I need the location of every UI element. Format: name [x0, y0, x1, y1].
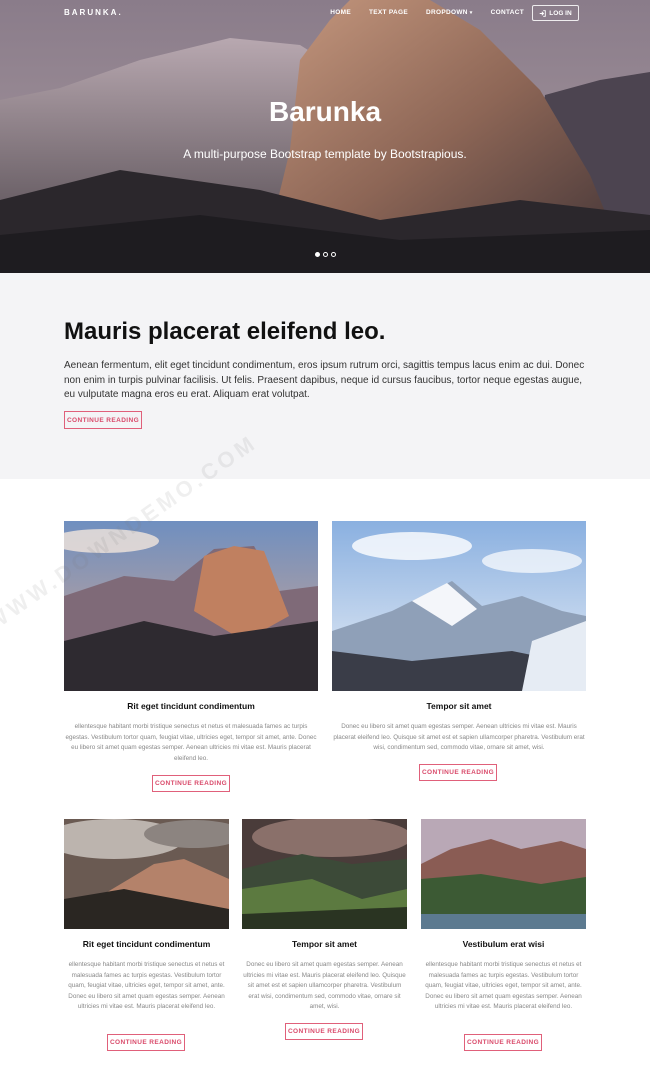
- card-continue-button[interactable]: CONTINUE READING: [285, 1023, 363, 1040]
- intro-continue-button[interactable]: CONTINUE READING: [64, 411, 142, 429]
- card-title: Tempor sit amet: [426, 701, 492, 711]
- carousel-dot-3[interactable]: [331, 252, 336, 257]
- intro-heading: Mauris placerat eleifend leo.: [64, 318, 386, 345]
- card-text: Donec eu libero sit amet quam egestas se…: [243, 961, 406, 1010]
- card-row1-1: Rit eget tincidunt condimentum ellentesq…: [64, 521, 318, 796]
- card-continue-button[interactable]: CONTINUE READING: [152, 775, 230, 792]
- card-continue-button[interactable]: CONTINUE READING: [419, 764, 497, 781]
- carousel-indicators: [315, 252, 336, 257]
- card-image: [242, 819, 407, 929]
- card-continue-button[interactable]: CONTINUE READING: [464, 1034, 542, 1051]
- card-text: ellentesque habitant morbi tristique sen…: [68, 961, 225, 1010]
- login-button[interactable]: LOG IN: [532, 5, 579, 21]
- card-row2-2: Tempor sit amet Donec eu libero sit amet…: [242, 819, 407, 1044]
- hero-mountain-image: [0, 0, 650, 273]
- carousel-dot-1[interactable]: [315, 252, 320, 257]
- card-image: [64, 819, 229, 929]
- card-image: [421, 819, 586, 929]
- sign-in-icon: [539, 9, 547, 17]
- card-text: ellentesque habitant morbi tristique sen…: [65, 723, 317, 762]
- card-row2-3: Vestibulum erat wisi ellentesque habitan…: [421, 819, 586, 1054]
- nav-link-text-page[interactable]: TEXT PAGE: [369, 9, 408, 16]
- carousel-dot-2[interactable]: [323, 252, 328, 257]
- intro-section: Mauris placerat eleifend leo. Aenean fer…: [0, 273, 650, 479]
- nav-links: HOME TEXT PAGE DROPDOWN ▾ CONTACT: [312, 9, 524, 16]
- card-continue-button[interactable]: CONTINUE READING: [107, 1034, 185, 1051]
- nav-link-dropdown-label: DROPDOWN: [426, 9, 468, 16]
- card-image: [332, 521, 586, 691]
- card-title: Tempor sit amet: [291, 939, 358, 949]
- card-image: [64, 521, 318, 691]
- card-title: Vestibulum erat wisi: [462, 939, 545, 949]
- nav-link-home[interactable]: HOME: [330, 9, 351, 16]
- brand-logo[interactable]: BARUNKA.: [64, 8, 123, 17]
- card-title: Rit eget tincidunt condimentum: [127, 701, 255, 711]
- nav-link-dropdown[interactable]: DROPDOWN ▾: [426, 9, 473, 16]
- top-navbar: BARUNKA. HOME TEXT PAGE DROPDOWN ▾ CONTAC…: [0, 0, 650, 28]
- card-text: Donec eu libero sit amet quam egestas se…: [333, 723, 585, 751]
- hero-subtitle: A multi-purpose Bootstrap template by Bo…: [183, 147, 467, 161]
- card-row2-1: Rit eget tincidunt condimentum ellentesq…: [64, 819, 229, 1054]
- nav-link-contact[interactable]: CONTACT: [491, 9, 524, 16]
- intro-text: Aenean fermentum, elit eget tincidunt co…: [64, 360, 585, 400]
- hero-title: Barunka: [268, 96, 382, 127]
- card-text: ellentesque habitant morbi tristique sen…: [425, 961, 582, 1010]
- login-label: LOG IN: [549, 9, 572, 17]
- chevron-down-icon: ▾: [469, 10, 473, 16]
- card-row1-2: Tempor sit amet Donec eu libero sit amet…: [332, 521, 586, 786]
- hero-carousel: BARUNKA. HOME TEXT PAGE DROPDOWN ▾ CONTAC…: [0, 0, 650, 273]
- card-title: Rit eget tincidunt condimentum: [82, 939, 211, 949]
